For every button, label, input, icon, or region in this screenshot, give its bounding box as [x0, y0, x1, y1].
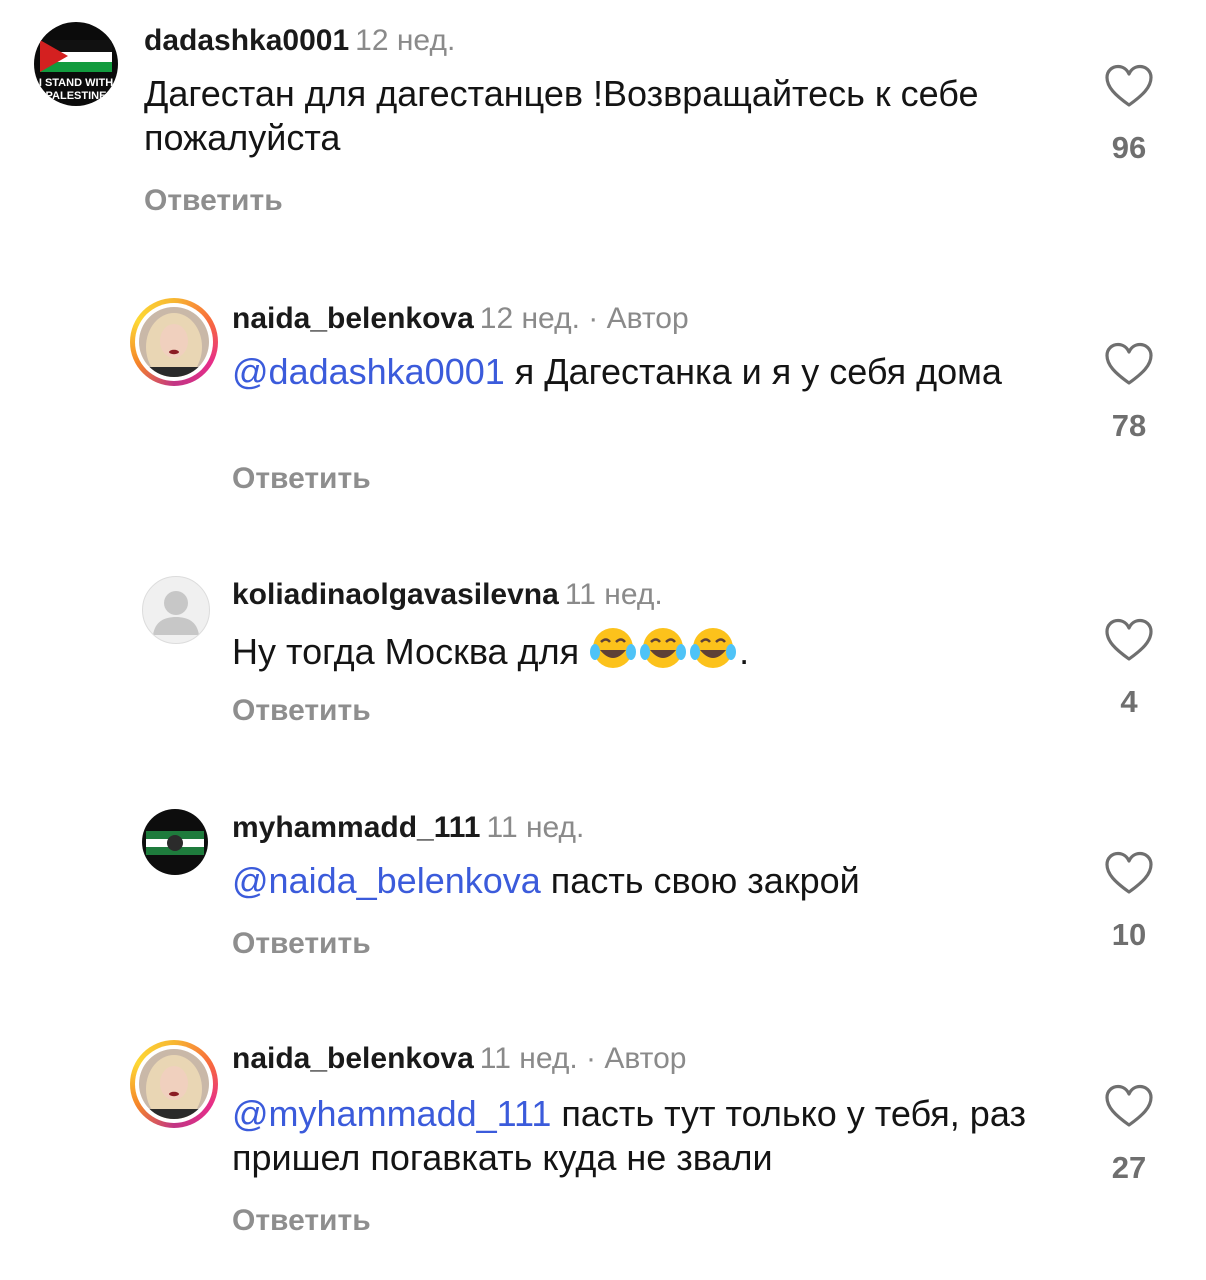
reply-button[interactable]: Ответить: [232, 927, 371, 961]
avatar-story-ring[interactable]: [130, 1040, 218, 1128]
comment-meta: koliadinaolgavasilevna 11 нед.: [232, 578, 663, 612]
avatar[interactable]: [142, 576, 210, 644]
comment-body: пасть свою закрой: [550, 860, 860, 901]
like-control: 10: [1101, 851, 1157, 953]
timestamp: 11 нед.: [486, 811, 585, 844]
user-photo-icon: [139, 307, 209, 377]
comment-item: myhammadd_111 11 нед. @naida_belenkova па…: [0, 795, 1206, 995]
comment-text: Ну тогда Москва для .: [232, 626, 1032, 680]
comment-meta: myhammadd_111 11 нед.: [232, 811, 584, 845]
avatar: [139, 1049, 209, 1119]
like-count: 10: [1111, 917, 1147, 952]
comment-body: я Дагестанка и я у себя дома: [514, 351, 1002, 392]
comment-item: naida_belenkova 11 нед. · Автор @myhammad…: [0, 1022, 1206, 1272]
avatar: [139, 307, 209, 377]
avatar-caption: I STAND WITH: [39, 77, 113, 89]
mention-link[interactable]: @naida_belenkova: [232, 860, 541, 901]
username[interactable]: koliadinaolgavasilevna: [232, 578, 559, 611]
author-label: · Автор: [588, 302, 689, 335]
reply-button[interactable]: Ответить: [144, 184, 283, 218]
reply-button[interactable]: Ответить: [232, 1204, 371, 1238]
like-count: 96: [1111, 130, 1147, 165]
avatar[interactable]: I STAND WITH PALESTINE: [34, 22, 118, 106]
avatar-story-ring[interactable]: [130, 298, 218, 386]
heart-icon[interactable]: [1104, 851, 1154, 895]
author-label: · Автор: [586, 1042, 687, 1075]
face-with-tears-of-joy-icon: [589, 626, 637, 680]
comment-item: I STAND WITH PALESTINE dadashka0001 12 не…: [0, 0, 1206, 250]
like-count: 27: [1111, 1150, 1147, 1185]
mention-link[interactable]: @dadashka0001: [232, 351, 505, 392]
timestamp: 11 нед.: [564, 578, 663, 611]
avatar-caption: PALESTINE: [46, 90, 107, 102]
heart-icon[interactable]: [1104, 1084, 1154, 1128]
comment-meta: naida_belenkova 12 нед. · Автор: [232, 302, 689, 336]
like-control: 78: [1101, 342, 1157, 444]
reply-button[interactable]: Ответить: [232, 462, 371, 496]
mention-link[interactable]: @myhammadd_111: [232, 1093, 551, 1134]
like-control: 27: [1101, 1084, 1157, 1186]
like-count: 78: [1111, 408, 1147, 443]
heart-icon[interactable]: [1104, 618, 1154, 662]
comment-item: naida_belenkova 12 нед. · Автор @dadashka…: [0, 280, 1206, 530]
comment-meta: naida_belenkova 11 нед. · Автор: [232, 1042, 686, 1076]
like-count: 4: [1120, 684, 1138, 719]
comment-body-end: .: [739, 631, 750, 672]
timestamp: 11 нед.: [479, 1042, 578, 1075]
flag-avatar-icon: [142, 809, 208, 875]
timestamp: 12 нед.: [479, 302, 580, 335]
comment-text: @myhammadd_111 пасть тут только у тебя, …: [232, 1092, 1042, 1180]
comment-text: Дагестан для дагестанцев !Возвращайтесь …: [144, 73, 979, 158]
face-with-tears-of-joy-icon: [689, 626, 737, 680]
heart-icon[interactable]: [1104, 342, 1154, 386]
like-control: 96: [1101, 64, 1157, 166]
username[interactable]: naida_belenkova: [232, 1042, 474, 1075]
like-control: 4: [1101, 618, 1157, 720]
comment-text: @naida_belenkova пасть свою закрой: [232, 859, 1032, 903]
default-user-icon: [153, 591, 199, 635]
avatar[interactable]: [142, 809, 208, 875]
heart-icon[interactable]: [1104, 64, 1154, 108]
face-with-tears-of-joy-icon: [639, 626, 687, 680]
comment-item: koliadinaolgavasilevna 11 нед. Ну тогда М…: [0, 560, 1206, 760]
reply-button[interactable]: Ответить: [232, 694, 371, 728]
username[interactable]: dadashka0001: [144, 24, 349, 57]
comment-text: @dadashka0001 я Дагестанка и я у себя до…: [232, 350, 1032, 394]
username[interactable]: naida_belenkova: [232, 302, 474, 335]
timestamp: 12 нед.: [355, 24, 456, 57]
user-photo-icon: [139, 1049, 209, 1119]
comment-meta: dadashka0001 12 нед.: [144, 24, 455, 58]
username[interactable]: myhammadd_111: [232, 811, 480, 844]
comment-body: Ну тогда Москва для: [232, 631, 580, 672]
palestine-flag-avatar-icon: I STAND WITH PALESTINE: [34, 22, 118, 106]
